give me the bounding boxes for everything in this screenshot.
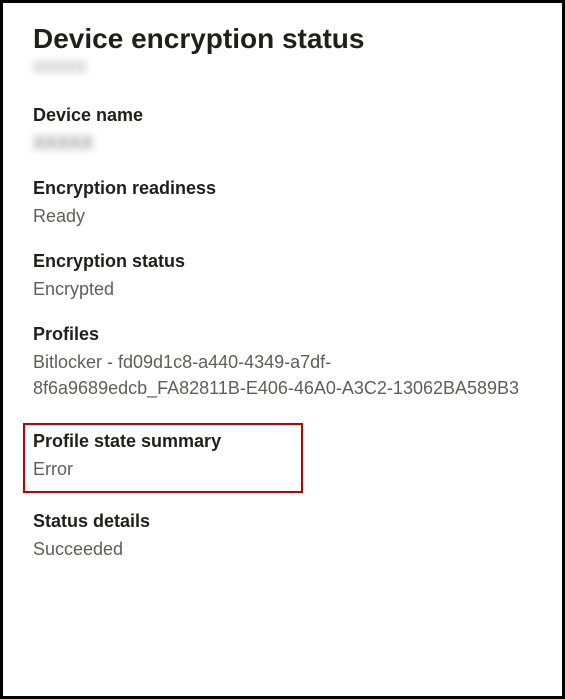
field-encryption-readiness: Encryption readiness Ready <box>33 178 532 229</box>
page-subtitle-obscured: XXXXX <box>33 59 86 77</box>
page-title: Device encryption status <box>33 23 532 55</box>
field-profiles: Profiles Bitlocker - fd09d1c8-a440-4349-… <box>33 324 532 401</box>
profile-state-summary-label: Profile state summary <box>33 431 293 452</box>
profile-state-summary-value: Error <box>33 456 293 482</box>
encryption-readiness-value: Ready <box>33 203 532 229</box>
encryption-status-value: Encrypted <box>33 276 532 302</box>
field-encryption-status: Encryption status Encrypted <box>33 251 532 302</box>
encryption-status-label: Encryption status <box>33 251 532 272</box>
profiles-label: Profiles <box>33 324 532 345</box>
field-status-details: Status details Succeeded <box>33 511 532 562</box>
field-device-name: Device name XXXXX <box>33 105 532 156</box>
device-name-label: Device name <box>33 105 532 126</box>
status-details-value: Succeeded <box>33 536 532 562</box>
highlight-box-profile-state-summary: Profile state summary Error <box>23 423 303 492</box>
status-details-label: Status details <box>33 511 532 532</box>
encryption-readiness-label: Encryption readiness <box>33 178 532 199</box>
field-profile-state-summary: Profile state summary Error <box>33 431 293 482</box>
device-name-value-obscured: XXXXX <box>33 130 93 156</box>
profiles-value: Bitlocker - fd09d1c8-a440-4349-a7df-8f6a… <box>33 349 532 401</box>
